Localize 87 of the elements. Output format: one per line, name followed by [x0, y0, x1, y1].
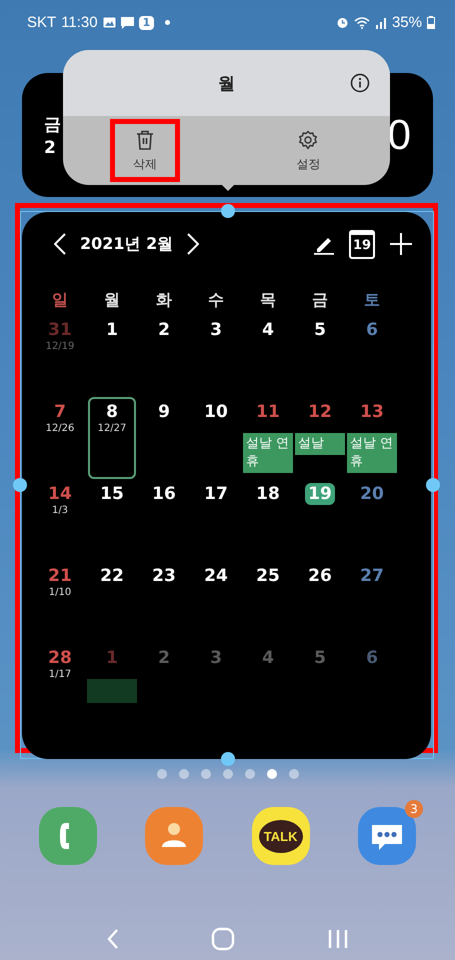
month-title: 2021년 2월	[80, 234, 174, 254]
day-number[interactable]: 24	[201, 565, 231, 587]
weekday-label: 목	[259, 290, 277, 311]
day-number[interactable]: 1	[103, 319, 121, 341]
chat-app-icon[interactable]: TALK	[252, 807, 310, 865]
day-number[interactable]: 23	[149, 565, 179, 587]
page-indicator-dot[interactable]	[200, 769, 210, 779]
day-number[interactable]: 27	[357, 565, 387, 587]
lunar-date: 1/17	[48, 669, 72, 680]
day-number[interactable]: 21	[45, 565, 75, 587]
battery-level: 35%	[392, 14, 422, 31]
contacts-app-icon[interactable]	[145, 807, 204, 865]
day-number[interactable]: 17	[201, 483, 231, 505]
add-icon[interactable]	[389, 232, 413, 256]
menu-action[interactable]: 삭제	[110, 119, 180, 182]
day-number[interactable]: 20	[357, 483, 387, 505]
day-number[interactable]: 6	[363, 319, 381, 341]
page-indicator-dot[interactable]	[156, 769, 166, 779]
weekday-label: 일	[51, 290, 69, 311]
day-number[interactable]: 26	[305, 565, 335, 587]
unread-badge: 3	[404, 800, 423, 818]
widget-date: 2	[44, 138, 57, 158]
page-indicator-dot[interactable]	[178, 769, 188, 779]
weekday-label: 월	[103, 290, 121, 311]
lunar-date: 1/10	[48, 587, 72, 598]
notification-badge: 1	[138, 16, 154, 30]
day-number[interactable]: 15	[97, 483, 127, 505]
chat-icon	[120, 16, 134, 28]
previous-month-button[interactable]	[54, 233, 66, 255]
phone-app-icon[interactable]	[39, 807, 97, 865]
app-logo: TALK	[258, 820, 302, 852]
day-number[interactable]: 28	[45, 647, 75, 669]
day-number[interactable]: 9	[155, 401, 173, 423]
weekday-label: 수	[207, 290, 225, 311]
weekday-label: 화	[155, 290, 173, 311]
page-indicator-dot[interactable]	[244, 769, 254, 779]
day-number[interactable]: 2	[155, 319, 173, 341]
settings-icon	[298, 130, 318, 150]
event-bar[interactable]: 설날 연휴	[243, 433, 293, 473]
page-indicator-dot[interactable]	[266, 769, 276, 779]
menu-action[interactable]: 설정	[273, 119, 344, 182]
day-number[interactable]: 5	[311, 319, 329, 341]
day-number[interactable]: 14	[45, 483, 75, 505]
page-indicator-dot[interactable]	[288, 769, 298, 779]
resize-handle[interactable]	[13, 478, 27, 492]
battery-icon	[427, 16, 435, 29]
clock-time: 11:30	[61, 14, 98, 31]
event-bar[interactable]: 설날 연휴	[347, 433, 397, 473]
signal-icon	[374, 16, 387, 28]
day-number[interactable]: 25	[253, 565, 283, 587]
day-number[interactable]: 10	[201, 401, 231, 423]
resize-handle[interactable]	[426, 478, 440, 492]
widget-weekday: 금	[44, 114, 61, 136]
lunar-date: 1/3	[52, 505, 68, 516]
recent-apps-button[interactable]	[327, 928, 350, 950]
day-number[interactable]: 12	[305, 401, 335, 423]
day-number[interactable]: 18	[253, 483, 283, 505]
info-icon[interactable]	[350, 73, 370, 93]
lunar-date: 12/27	[98, 423, 126, 434]
image-icon	[102, 17, 116, 28]
day-number[interactable]: 7	[51, 401, 69, 423]
lunar-date: 12/19	[46, 341, 74, 352]
next-month-button[interactable]	[187, 233, 200, 255]
alarm-icon	[336, 16, 349, 29]
weekday-label: 금	[311, 290, 329, 311]
today-button[interactable]: 19	[349, 230, 375, 258]
weekday-label: 토	[363, 290, 381, 311]
day-number[interactable]: 4	[259, 319, 277, 341]
day-number[interactable]: 8	[103, 401, 121, 423]
event-bar[interactable]: 설날	[295, 433, 345, 455]
wifi-icon	[354, 16, 370, 28]
lunar-date: 12/26	[46, 423, 74, 434]
day-number[interactable]: 22	[97, 565, 127, 587]
widget-time: 0	[388, 111, 411, 159]
resize-handle[interactable]	[221, 204, 235, 218]
trash-icon	[136, 130, 154, 150]
day-number[interactable]: 16	[149, 483, 179, 505]
page-indicator-dot[interactable]	[222, 769, 232, 779]
home-button[interactable]	[211, 927, 236, 951]
day-number[interactable]: 11	[253, 401, 283, 423]
dot-icon	[165, 20, 170, 25]
back-button[interactable]	[106, 928, 120, 950]
day-number[interactable]: 13	[357, 401, 387, 423]
carrier: SKT	[27, 14, 56, 31]
day-number[interactable]: 3	[207, 319, 225, 341]
menu-title: 월	[218, 72, 235, 94]
resize-handle[interactable]	[221, 752, 235, 766]
